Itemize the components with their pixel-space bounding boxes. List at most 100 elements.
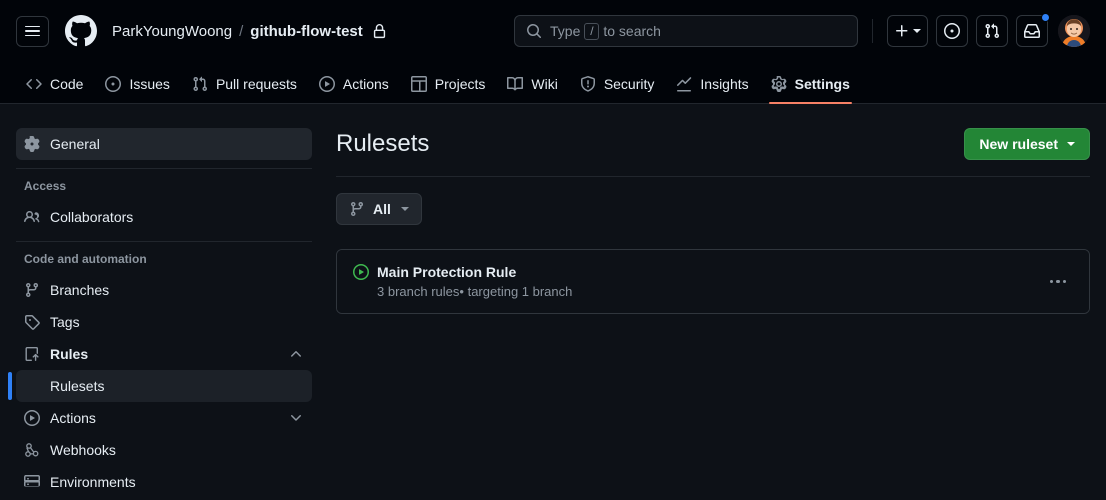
content-header: Rulesets New ruleset (336, 128, 1090, 176)
settings-sidebar: General Access Collaborators Code and au… (8, 128, 312, 499)
unread-notification-dot (1041, 13, 1050, 22)
sidebar-item-environments[interactable]: Environments (16, 466, 312, 498)
tab-security[interactable]: Security (570, 65, 665, 103)
content-divider (336, 176, 1090, 177)
sidebar-item-label: Actions (50, 410, 96, 426)
tab-label: Pull requests (215, 76, 297, 92)
repo-navigation: Code Issues Pull requests Actions Projec… (0, 62, 1106, 104)
code-icon (26, 76, 42, 92)
play-icon (318, 76, 335, 92)
page-title: Rulesets (336, 129, 430, 157)
sidebar-item-branches[interactable]: Branches (16, 274, 312, 306)
sidebar-item-tags[interactable]: Tags (16, 306, 312, 338)
webhook-icon (24, 442, 40, 458)
tab-label: Security (603, 76, 655, 92)
pull-requests-button[interactable] (976, 15, 1008, 47)
sidebar-item-general[interactable]: General (16, 128, 312, 160)
tab-actions[interactable]: Actions (309, 65, 399, 103)
plus-icon (894, 23, 910, 39)
sidebar-item-label: Environments (50, 474, 136, 490)
new-ruleset-label: New ruleset (979, 136, 1058, 152)
table-icon (410, 76, 427, 92)
tab-insights[interactable]: Insights (666, 65, 758, 103)
ruleset-options-button[interactable] (1043, 267, 1073, 297)
issue-opened-icon (105, 76, 122, 92)
inbox-icon (1024, 23, 1040, 39)
page-body: General Access Collaborators Code and au… (0, 104, 1106, 499)
sidebar-item-rules[interactable]: Rules (16, 338, 312, 370)
git-pull-request-icon (192, 76, 208, 92)
search-placeholder-prefix: Type (550, 23, 581, 39)
create-new-menu[interactable] (887, 15, 928, 47)
tab-label: Settings (794, 76, 850, 92)
ruleset-meta-separator: • (459, 284, 464, 299)
ruleset-meta: 3 branch rules• targeting 1 branch (377, 284, 1033, 299)
ruleset-name[interactable]: Main Protection Rule (377, 264, 516, 280)
sidebar-item-label: Tags (50, 314, 80, 330)
tab-issues[interactable]: Issues (95, 65, 179, 103)
active-play-circle-icon (353, 264, 369, 280)
kebab-horizontal-icon (1056, 279, 1060, 284)
hamburger-menu-icon[interactable] (16, 15, 49, 47)
git-branch-icon (24, 282, 40, 298)
ruleset-targets: targeting 1 branch (467, 284, 573, 299)
sidebar-heading-code-and-automation: Code and automation (24, 252, 147, 266)
issue-opened-icon (944, 23, 960, 39)
sidebar-item-label: Branches (50, 282, 110, 298)
gear-icon (771, 76, 787, 92)
people-icon (24, 209, 40, 225)
notifications-button[interactable] (1016, 13, 1050, 47)
avatar[interactable] (1058, 15, 1090, 47)
main-content: Rulesets New ruleset All Main Protection… (336, 128, 1090, 499)
ruleset-title-line: Main Protection Rule (353, 264, 1033, 280)
breadcrumb-repo[interactable]: github-flow-test (250, 23, 362, 40)
chevron-down-icon[interactable] (288, 410, 304, 426)
tab-label: Actions (342, 76, 389, 92)
header-actions: Type / to search (514, 13, 1090, 47)
breadcrumb-owner[interactable]: ParkYoungWoong (112, 23, 232, 40)
issues-button[interactable] (936, 15, 968, 47)
tab-wiki[interactable]: Wiki (497, 65, 567, 103)
tab-label: Code (50, 76, 84, 92)
server-icon (24, 474, 40, 490)
sidebar-item-actions[interactable]: Actions (16, 402, 312, 434)
sidebar-item-rulesets[interactable]: Rulesets (8, 370, 312, 402)
github-logo-icon[interactable] (65, 15, 97, 47)
sidebar-item-label: Rules (50, 346, 89, 362)
breadcrumb: ParkYoungWoong / github-flow-test (112, 23, 387, 40)
chevron-up-icon[interactable] (288, 346, 304, 362)
git-branch-icon (349, 201, 365, 217)
search-placeholder: Type / to search (550, 22, 661, 40)
tag-icon (24, 314, 40, 330)
book-icon (507, 76, 524, 92)
sidebar-item-label: Rulesets (50, 378, 105, 394)
new-ruleset-button[interactable]: New ruleset (964, 128, 1090, 160)
search-input[interactable]: Type / to search (514, 15, 858, 47)
tab-label: Projects (434, 76, 486, 92)
lock-icon (372, 23, 387, 39)
ruleset-filter-dropdown[interactable]: All (336, 193, 422, 225)
ruleset-list: Main Protection Rule 3 branch rules• tar… (336, 249, 1090, 314)
tab-pull-requests[interactable]: Pull requests (182, 65, 307, 103)
tab-settings[interactable]: Settings (761, 65, 860, 104)
gear-icon (24, 136, 40, 152)
header-divider (872, 19, 873, 43)
sidebar-heading-access: Access (24, 179, 67, 193)
ruleset-info: Main Protection Rule 3 branch rules• tar… (353, 264, 1033, 299)
tab-projects[interactable]: Projects (401, 65, 496, 103)
sidebar-item-webhooks[interactable]: Webhooks (16, 434, 312, 466)
tab-label: Wiki (531, 76, 558, 92)
chevron-down-icon (913, 29, 921, 33)
ruleset-row[interactable]: Main Protection Rule 3 branch rules• tar… (337, 250, 1089, 313)
search-icon (526, 23, 542, 39)
slash-key-badge: / (584, 22, 600, 40)
sidebar-divider (16, 241, 312, 242)
tab-code[interactable]: Code (16, 65, 93, 103)
play-icon (24, 410, 40, 426)
tab-label: Issues (129, 76, 170, 92)
sidebar-item-collaborators[interactable]: Collaborators (16, 201, 312, 233)
sidebar-divider (16, 168, 312, 169)
chevron-down-icon (400, 207, 409, 211)
kebab-horizontal-icon (1062, 279, 1067, 284)
kebab-horizontal-icon (1049, 279, 1054, 284)
